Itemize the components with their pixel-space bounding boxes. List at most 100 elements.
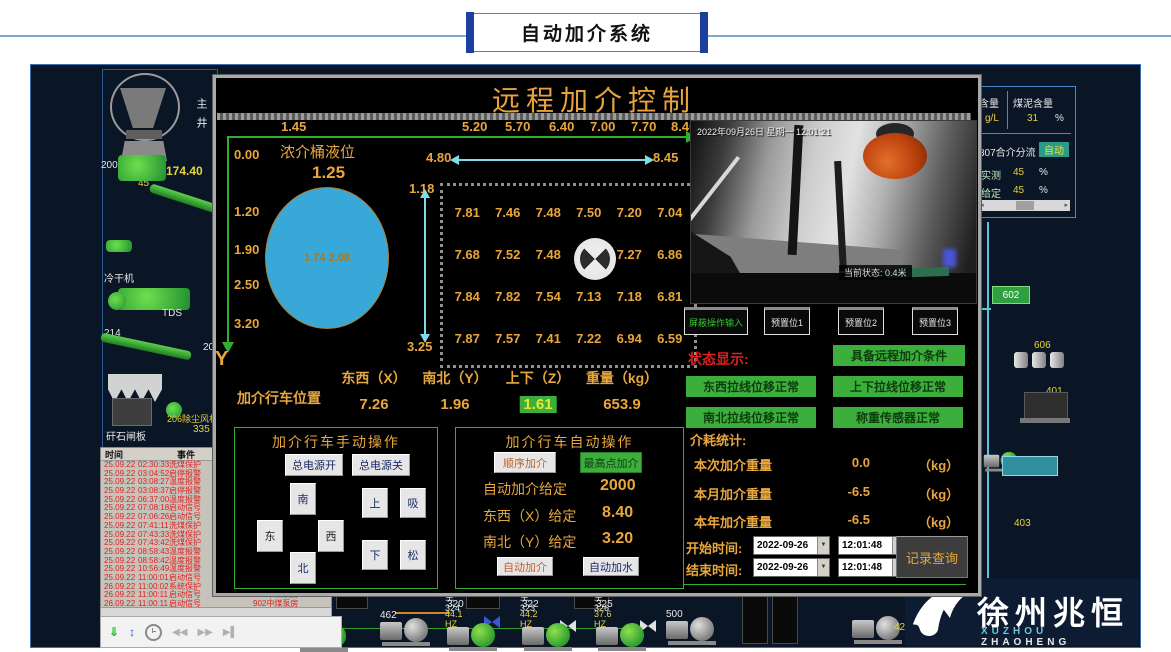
rewind-icon[interactable]: ◀◀ — [172, 627, 187, 638]
dryer-drum-icon — [108, 292, 126, 310]
setpoint-value: 45 — [1013, 185, 1024, 196]
scroll-right-icon[interactable]: ▸ — [1064, 201, 1068, 209]
x-tick: 7.70 — [631, 119, 656, 134]
start-date-input[interactable]: 2022-09-26 ▼ — [753, 536, 830, 555]
power-on-button[interactable]: 总电源开 — [285, 454, 343, 476]
move-up-button[interactable]: 上 — [362, 488, 388, 518]
y-setpoint-label: 南北（Y）给定 — [483, 532, 576, 552]
x-setpoint-label: 东西（X）给定 — [483, 506, 576, 526]
record-query-button[interactable]: 记录查询 — [896, 536, 968, 578]
pipe-cyan-vertical — [987, 222, 989, 578]
mask-input-button[interactable]: 屏蔽操作输入 — [684, 307, 748, 335]
title-right-bar — [700, 12, 708, 53]
tds-label: TDS — [162, 308, 182, 319]
start-time-input[interactable]: 12:01:48 ▲▼ — [838, 536, 905, 555]
actual-label: 实测 — [981, 167, 1001, 182]
x-tick: 5.70 — [505, 119, 530, 134]
x-tick: 7.00 — [590, 119, 615, 134]
start-time-value: 12:01:48 — [842, 540, 882, 551]
release-button[interactable]: 松 — [400, 540, 426, 570]
camera-timestamp: 2022年09月26日 星期一 12:01:21 — [697, 125, 831, 138]
barrel-inner-values: 1.74 2.08 — [304, 252, 350, 264]
move-east-button[interactable]: 东 — [257, 520, 283, 552]
forward-icon[interactable]: ▶▶ — [197, 627, 212, 638]
suck-button[interactable]: 吸 — [400, 488, 426, 518]
shaft-label: 主井 — [193, 98, 209, 136]
preset1-button[interactable]: 预置位1 — [764, 307, 810, 335]
bin-icon — [742, 590, 768, 644]
end-date-input[interactable]: 2022-09-26 ▼ — [753, 558, 830, 577]
panel-scrollbar[interactable]: ◂ ▸ — [978, 200, 1070, 211]
dropdown-arrow-icon[interactable]: ▼ — [817, 559, 829, 576]
grid-value: 6.94 — [609, 331, 650, 346]
pump-icon[interactable] — [596, 619, 648, 652]
pump-icon[interactable] — [522, 619, 574, 652]
highest-point-add-button[interactable]: 最高点加介 — [580, 452, 642, 473]
x-setpoint-value: 8.40 — [602, 504, 633, 522]
grid-value: 7.82 — [488, 289, 529, 304]
slime-unit: % — [1055, 113, 1064, 124]
auto-setpoint-label: 自动加介给定 — [483, 479, 567, 499]
move-west-button[interactable]: 西 — [318, 520, 344, 552]
move-north-button[interactable]: 北 — [290, 552, 316, 584]
sort-icon[interactable]: ↕ — [129, 625, 135, 639]
camera-overlay-label: 当前状态: 0.4米 — [839, 265, 912, 280]
density-unit: g/L — [985, 113, 999, 124]
x-axis-line — [228, 136, 686, 138]
grid-value: 7.48 — [528, 205, 569, 220]
title-left-bar — [466, 12, 474, 53]
span-right-value: 8.45 — [653, 150, 678, 165]
preset2-button[interactable]: 预置位2 — [838, 307, 884, 335]
move-down-button[interactable]: 下 — [362, 540, 388, 570]
setpoint-unit: % — [1039, 185, 1048, 196]
auto-panel-title: 加介行车自动操作 — [456, 432, 683, 452]
tank-icon — [1050, 352, 1064, 368]
power-off-button[interactable]: 总电源关 — [352, 454, 410, 476]
grid-value: 7.04 — [650, 205, 691, 220]
dropdown-arrow-icon[interactable]: ▼ — [817, 537, 829, 554]
tank-icon — [1032, 352, 1046, 368]
camera-bottom-shadow — [691, 273, 976, 303]
gate-label: 矸石闸板 — [106, 428, 146, 443]
grid-value: 7.50 — [569, 205, 610, 220]
clock-icon[interactable] — [145, 624, 162, 641]
logo-en-2: ZHAOHENG — [981, 637, 1070, 648]
status-badge-weight: 称重传感器正常 — [833, 407, 963, 428]
auto-water-button[interactable]: 自动加水 — [583, 557, 639, 576]
grid-value: 6.81 — [650, 289, 691, 304]
span-left-value: 4.80 — [426, 150, 451, 165]
grid-value: 7.54 — [528, 289, 569, 304]
y-axis-label: Y — [215, 348, 228, 371]
shaft-stack-icon — [126, 130, 162, 139]
span-arrowhead-left — [450, 155, 459, 165]
export-icon[interactable]: ⇓ — [109, 625, 119, 639]
position-header: 东西（X） — [341, 368, 406, 388]
label-335: 335 — [193, 424, 210, 435]
sequence-add-button[interactable]: 顺序加介 — [494, 452, 556, 473]
stats-row-unit: （kg） — [918, 484, 959, 503]
hoist-wheel-icon — [574, 238, 616, 280]
barrel-label: 浓介桶液位 — [280, 141, 355, 162]
move-south-button[interactable]: 南 — [290, 483, 316, 515]
manual-panel-title: 加介行车手动操作 — [235, 432, 437, 452]
span-arrowhead-right — [645, 155, 654, 165]
preset3-button[interactable]: 预置位3 — [912, 307, 958, 335]
end-time-input[interactable]: 12:01:48 ▲▼ — [838, 558, 905, 577]
pump-icon[interactable] — [380, 614, 432, 648]
pump-icon[interactable] — [666, 613, 718, 647]
barrel-level-value: 1.25 — [312, 163, 345, 183]
diverter-mode-badge[interactable]: 自动 — [1039, 142, 1069, 157]
gate-machine-icon — [112, 398, 152, 426]
y-tick: 0.00 — [234, 147, 259, 162]
auto-add-button[interactable]: 自动加介 — [497, 557, 553, 576]
flow-value: 174.40 — [166, 164, 203, 178]
panel-divider — [977, 133, 1071, 134]
log-toolbar: ⇓ ↕ ◀◀ ▶▶ ▶▌ — [100, 616, 342, 648]
grid-value: 7.84 — [447, 289, 488, 304]
pump-icon[interactable] — [447, 619, 499, 652]
grid-value: 7.46 — [488, 205, 529, 220]
end-icon[interactable]: ▶▌ — [223, 627, 238, 638]
scroll-thumb[interactable] — [1016, 201, 1034, 210]
position-value: 7.26 — [341, 396, 406, 413]
position-col-x: 东西（X） 7.26 — [341, 368, 406, 413]
